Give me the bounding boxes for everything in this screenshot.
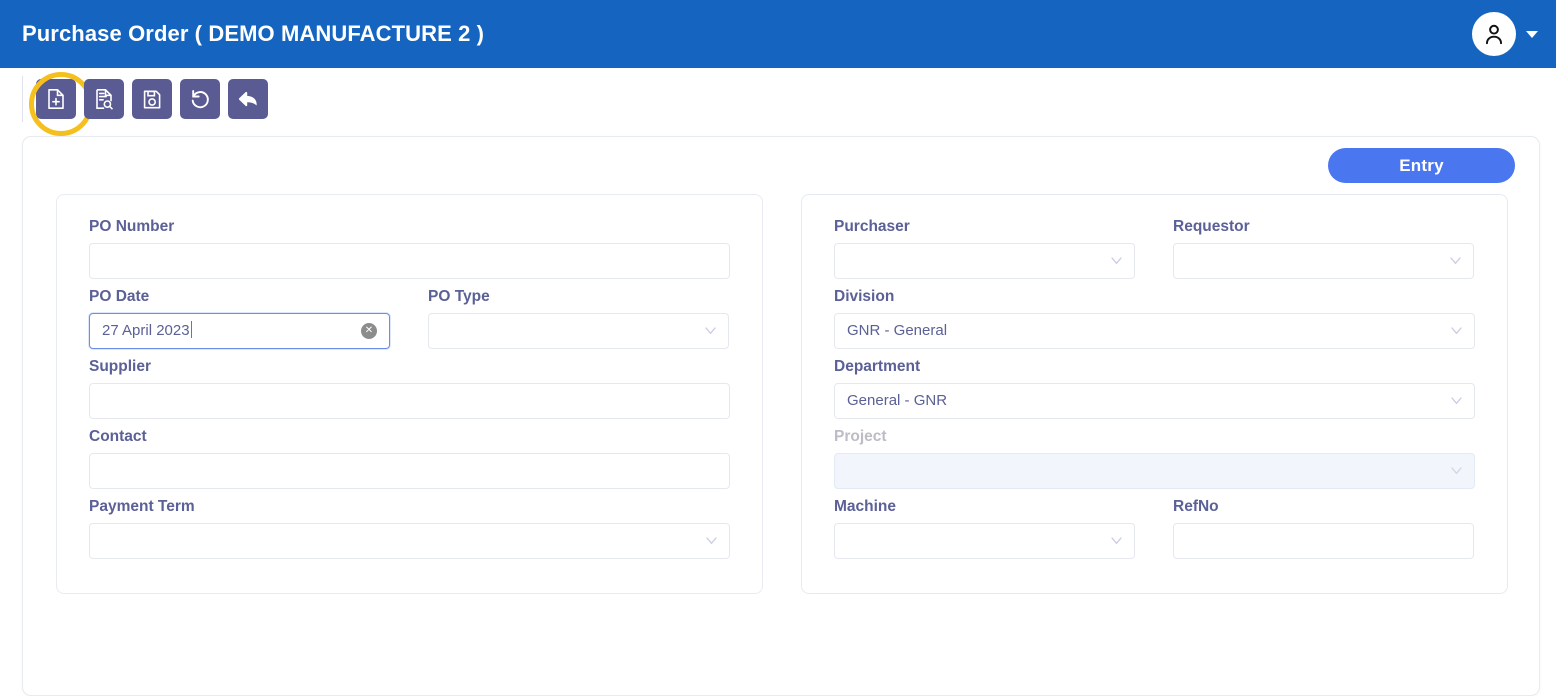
supplier-input[interactable] [89,383,730,419]
page-title: Purchase Order ( DEMO MANUFACTURE 2 ) [22,21,485,46]
payment-term-label: Payment Term [89,498,195,515]
field-payment-term: Payment Term [89,497,730,559]
po-date-input[interactable]: 27 April 2023 ✕ [89,313,390,349]
field-contact: Contact [89,427,730,489]
machine-label: Machine [834,498,897,515]
field-division: Division GNR - General [834,287,1475,349]
form-panels: PO Number PO Date 27 April 2023 ✕ PO Typ… [56,194,1508,594]
division-label: Division [834,288,895,305]
department-value: General - GNR [847,392,948,409]
floppy-save-icon [142,89,162,110]
field-department: Department General - GNR [834,357,1475,419]
left-form-panel: PO Number PO Date 27 April 2023 ✕ PO Typ… [56,194,763,594]
document-search-icon [94,88,114,110]
machine-refno-row: Machine RefNo [834,497,1475,567]
project-select [834,453,1475,489]
file-plus-icon [46,88,66,110]
back-button[interactable] [228,79,268,119]
field-machine: Machine [834,497,1135,559]
po-type-label: PO Type [428,288,490,305]
caret-down-icon[interactable] [1526,30,1538,38]
po-type-select[interactable] [428,313,729,349]
user-avatar-icon [1481,21,1507,47]
undo-circle-icon [189,88,211,110]
field-po-date: PO Date 27 April 2023 ✕ [89,287,390,349]
header-user-area[interactable] [1472,12,1538,56]
chevron-down-icon [1111,537,1122,545]
po-number-label: PO Number [89,218,175,235]
field-supplier: Supplier [89,357,730,419]
project-label: Project [834,428,887,445]
refresh-button[interactable] [180,79,220,119]
search-document-button[interactable] [84,79,124,119]
po-date-value: 27 April 2023 [102,321,192,339]
payment-term-select[interactable] [89,523,730,559]
po-number-input[interactable] [89,243,730,279]
requestor-select[interactable] [1173,243,1474,279]
save-document-button[interactable] [132,79,172,119]
refno-label: RefNo [1173,498,1219,515]
purchaser-requestor-row: Purchaser Requestor [834,217,1475,287]
field-requestor: Requestor [1173,217,1474,279]
supplier-label: Supplier [89,358,152,375]
division-select[interactable]: GNR - General [834,313,1475,349]
purchaser-select[interactable] [834,243,1135,279]
refno-input[interactable] [1173,523,1474,559]
po-date-label: PO Date [89,288,150,305]
chevron-down-icon [705,327,716,335]
new-document-button[interactable] [29,72,93,136]
chevron-down-icon [706,537,717,545]
right-form-panel: Purchaser Requestor Division GNR - Gener… [801,194,1508,594]
contact-input[interactable] [89,453,730,489]
chevron-down-icon [1111,257,1122,265]
circle-x-icon[interactable]: ✕ [361,323,377,339]
toolbar [0,68,1556,136]
main-content-card: Entry PO Number PO Date 27 April 2023 ✕ [22,136,1540,696]
field-purchaser: Purchaser [834,217,1135,279]
entry-button-row: Entry [1328,148,1515,183]
division-value: GNR - General [847,322,948,339]
field-po-number: PO Number [89,217,730,279]
po-date-type-row: PO Date 27 April 2023 ✕ PO Type [89,287,730,357]
chevron-down-icon [1451,467,1462,475]
toolbar-divider [22,76,23,122]
machine-select[interactable] [834,523,1135,559]
field-refno: RefNo [1173,497,1474,559]
chevron-down-icon [1451,397,1462,405]
purchaser-label: Purchaser [834,218,910,235]
field-project: Project [834,427,1475,489]
contact-label: Contact [89,428,147,445]
app-header: Purchase Order ( DEMO MANUFACTURE 2 ) [0,0,1556,68]
chevron-down-icon [1451,327,1462,335]
avatar[interactable] [1472,12,1516,56]
chevron-down-icon [1450,257,1461,265]
requestor-label: Requestor [1173,218,1250,235]
entry-button[interactable]: Entry [1328,148,1515,183]
field-po-type: PO Type [428,287,729,349]
arrow-back-icon [237,89,259,109]
department-label: Department [834,358,921,375]
department-select[interactable]: General - GNR [834,383,1475,419]
